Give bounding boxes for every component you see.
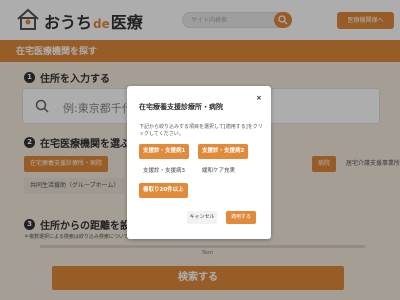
filter-option[interactable]: 緩和ケア充実 xyxy=(198,164,240,179)
filter-option[interactable]: 支援診・支援病1 xyxy=(139,144,190,159)
cancel-button[interactable]: キャンセル xyxy=(187,211,217,224)
filter-option[interactable]: 支援診・支援病3 xyxy=(139,164,189,179)
close-icon[interactable]: × xyxy=(256,94,262,102)
apply-button[interactable]: 適用する xyxy=(226,211,256,224)
filter-option[interactable]: 支援診・支援病2 xyxy=(198,144,249,159)
modal-description: 下記から絞り込みする項目を選択して[適用する]をクリックしてください。 xyxy=(139,124,263,137)
filter-option[interactable]: 看取り20件以上 xyxy=(139,183,188,198)
filter-modal: 在宅療養支援診療所・病院 × 下記から絞り込みする項目を選択して[適用する]をク… xyxy=(127,86,271,239)
modal-title: 在宅療養支援診療所・病院 xyxy=(139,103,223,111)
